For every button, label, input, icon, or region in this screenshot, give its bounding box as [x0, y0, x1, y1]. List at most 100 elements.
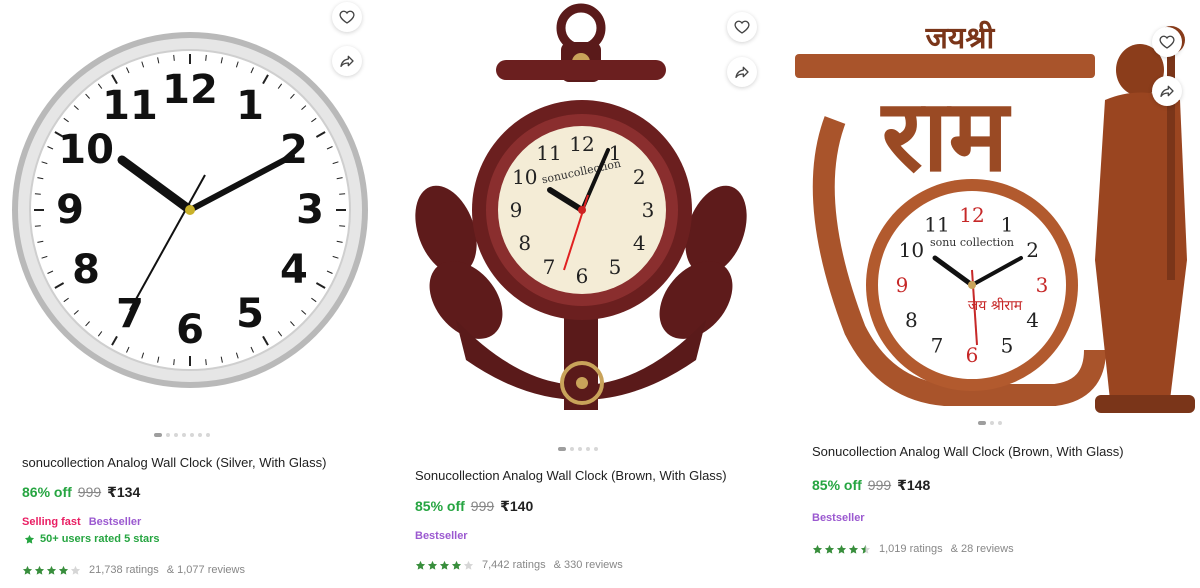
star-icon: [860, 544, 871, 554]
clock-number: 6: [576, 264, 589, 288]
clock-number: 3: [642, 198, 655, 222]
clock-tick: [173, 54, 175, 61]
share-button[interactable]: [1152, 76, 1182, 106]
wishlist-button[interactable]: [332, 2, 362, 32]
clock-number: 10: [512, 165, 537, 189]
bestseller-badge: Bestseller: [415, 530, 468, 542]
share-button[interactable]: [727, 57, 757, 87]
star-icon: [34, 565, 45, 575]
carousel-dot[interactable]: [586, 447, 590, 451]
star-icon: [812, 544, 823, 554]
price-label: ₹140: [500, 498, 534, 514]
star-icon: [439, 560, 450, 570]
product-card[interactable]: 12 1 2 3 4 5 6 7 8 9 10 11 sonucollection Analog Wa…: [0, 0, 392, 588]
price-row: 85% off 999 ₹140: [415, 498, 533, 515]
clock-tick: [34, 193, 41, 195]
carousel-dot[interactable]: [570, 447, 574, 451]
carousel-dot[interactable]: [198, 433, 202, 437]
badges: Bestseller: [812, 512, 865, 524]
bestseller-badge: Bestseller: [812, 512, 865, 524]
carousel-dot[interactable]: [978, 421, 986, 425]
star-icon: [58, 565, 69, 575]
rating-row[interactable]: 1,019 ratings & 28 reviews: [812, 543, 1014, 555]
carousel-dot[interactable]: [154, 433, 162, 437]
clock-tick: [339, 225, 346, 227]
clock-number: 9: [510, 198, 523, 222]
product-title[interactable]: Sonucollection Analog Wall Clock (Brown,…: [812, 444, 1124, 459]
heart-icon: [339, 10, 355, 24]
clock-number: 4: [633, 231, 646, 255]
rating-stars: [22, 565, 81, 576]
clock-number: 12: [569, 132, 594, 156]
carousel-dot[interactable]: [990, 421, 994, 425]
price-row: 86% off 999 ₹134: [22, 484, 140, 501]
clock-number: 5: [236, 291, 264, 337]
clock-number: 9: [56, 187, 84, 233]
image-carousel-dots: [154, 433, 210, 437]
clock-number: 9: [896, 273, 909, 297]
star-icon: [427, 560, 438, 570]
clock-number: 5: [1001, 334, 1014, 358]
carousel-dot[interactable]: [190, 433, 194, 437]
ratings-count: 1,019 ratings: [879, 543, 943, 555]
product-card[interactable]: 12 1 2 3 4 5 6 7 8 9 10 11 sonucollection Sonucolle…: [396, 0, 791, 588]
product-image[interactable]: जयश्री राम 12 1 2 3 4 5 6 7 8 9 10 11 sonu collecti…: [795, 0, 1200, 420]
carousel-dot[interactable]: [166, 433, 170, 437]
ratings-count: 7,442 ratings: [482, 559, 546, 571]
reviews-count: & 28 reviews: [950, 543, 1014, 555]
clock-number: 7: [116, 291, 144, 337]
selling-fast-badge: Selling fast: [22, 516, 81, 528]
clock-number: 12: [162, 67, 218, 113]
wishlist-button[interactable]: [727, 12, 757, 42]
star-icon: [22, 565, 33, 575]
carousel-dot[interactable]: [174, 433, 178, 437]
star-icon: [451, 560, 462, 570]
decor-text-main: राम: [880, 77, 1012, 194]
clock-number: 10: [899, 238, 924, 262]
share-button[interactable]: [332, 46, 362, 76]
clock-tick: [205, 54, 207, 61]
reviews-count: & 330 reviews: [553, 559, 623, 571]
star-icon: [46, 565, 57, 575]
rated-badge: 50+ users rated 5 stars: [24, 533, 160, 545]
star-icon: [463, 560, 474, 570]
carousel-dot[interactable]: [206, 433, 210, 437]
carousel-dot[interactable]: [578, 447, 582, 451]
price-label: ₹134: [107, 484, 141, 500]
clock-number: 8: [518, 231, 531, 255]
image-carousel-dots: [978, 421, 1002, 425]
carousel-dot[interactable]: [594, 447, 598, 451]
clock-number: 2: [633, 165, 646, 189]
clock-number: 3: [296, 187, 324, 233]
rating-row[interactable]: 7,442 ratings & 330 reviews: [415, 559, 623, 571]
clock-tick: [339, 193, 346, 195]
image-carousel-dots: [558, 447, 598, 451]
discount-label: 85% off: [415, 498, 465, 514]
discount-label: 85% off: [812, 477, 862, 493]
carousel-dot[interactable]: [998, 421, 1002, 425]
carousel-dot[interactable]: [558, 447, 566, 451]
clock-number: 11: [924, 212, 949, 236]
clock-number: 1: [1001, 212, 1014, 236]
product-title[interactable]: sonucollection Analog Wall Clock (Silver…: [22, 455, 326, 470]
product-title[interactable]: Sonucollection Analog Wall Clock (Brown,…: [415, 468, 727, 483]
heart-icon: [1159, 35, 1175, 49]
rating-row[interactable]: 21,738 ratings & 1,077 reviews: [22, 564, 245, 576]
price-row: 85% off 999 ₹148: [812, 477, 930, 494]
clock-tick: [173, 359, 175, 366]
clock-number: 4: [280, 247, 308, 293]
clock-number: 2: [1026, 238, 1039, 262]
mrp-label: 999: [867, 477, 892, 493]
star-icon: [836, 544, 847, 554]
clock-tick: [205, 359, 207, 366]
carousel-dot[interactable]: [182, 433, 186, 437]
clock-number: 11: [536, 141, 561, 165]
dial-text: जय श्रीराम: [968, 297, 1023, 314]
clock-number: 5: [609, 255, 622, 279]
share-icon: [340, 55, 354, 67]
ratings-count: 21,738 ratings: [89, 564, 159, 576]
product-card[interactable]: जयश्री राम 12 1 2 3 4 5 6 7 8 9 10 11 sonu collecti…: [795, 0, 1200, 588]
heart-icon: [734, 20, 750, 34]
mrp-label: 999: [77, 484, 102, 500]
wishlist-button[interactable]: [1152, 27, 1182, 57]
